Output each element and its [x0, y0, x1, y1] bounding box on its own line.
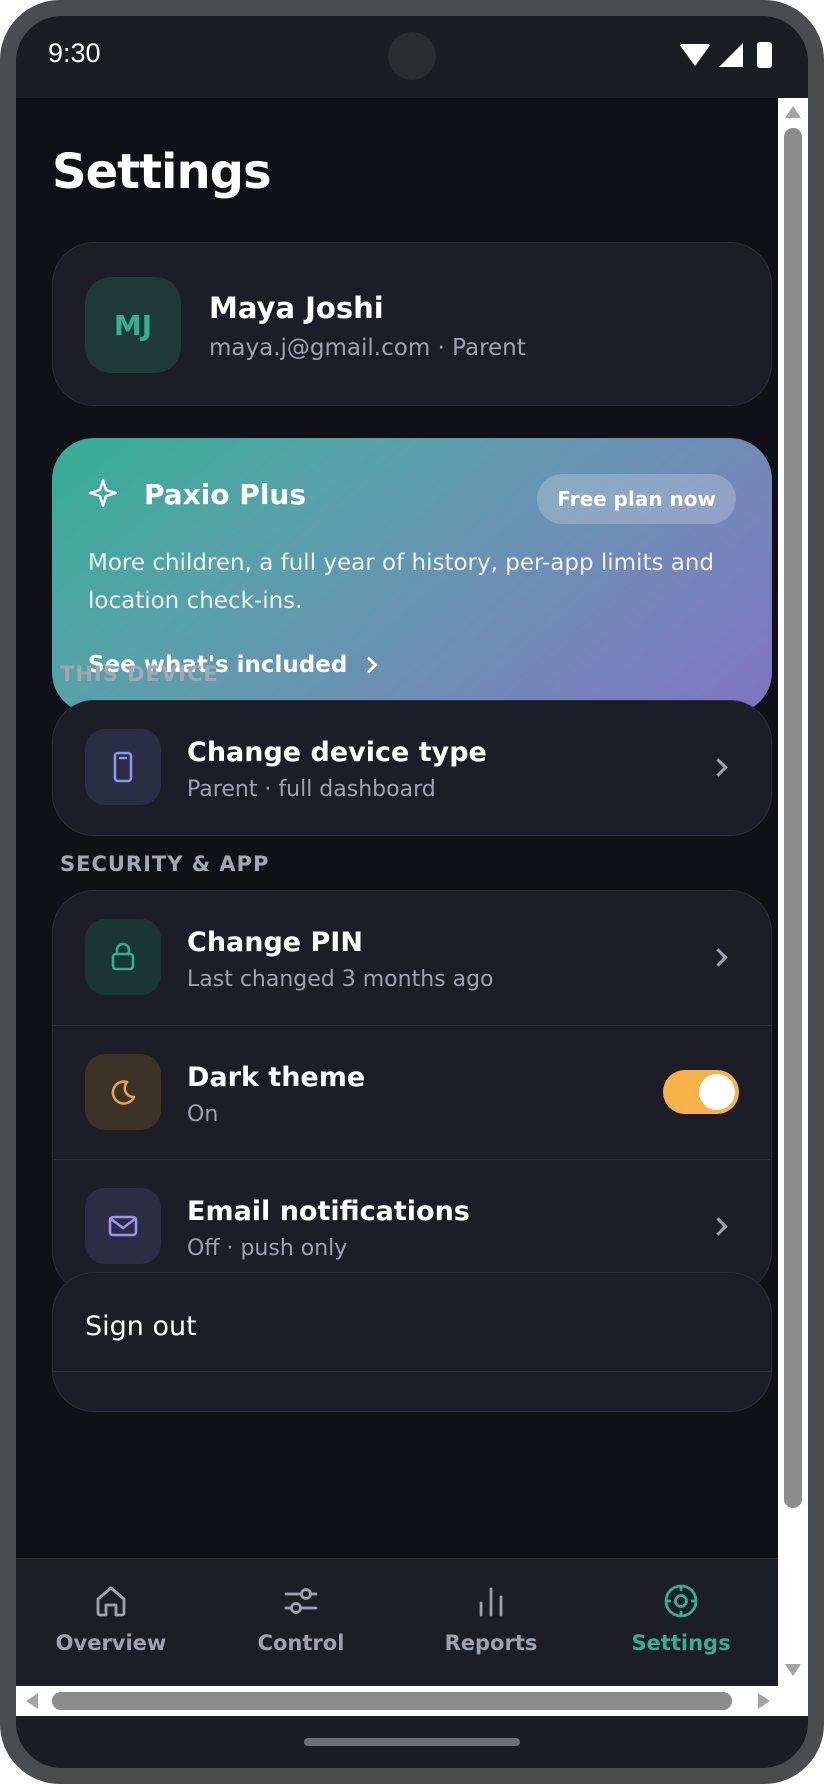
- row-subtitle: Off · push only: [187, 1236, 348, 1261]
- battery-icon: [757, 42, 772, 68]
- scroll-down-arrow-icon[interactable]: [785, 1664, 801, 1676]
- gesture-area: [16, 1716, 808, 1768]
- mail-icon: [85, 1188, 161, 1264]
- horizontal-scroll-thumb[interactable]: [52, 1692, 732, 1710]
- row-title: Dark theme: [187, 1062, 366, 1093]
- plus-title: Paxio Plus: [144, 478, 307, 511]
- phone-frame: 9:30 Settings MJ Maya Joshi maya.j@gmail…: [0, 0, 824, 1784]
- screen: 9:30 Settings MJ Maya Joshi maya.j@gmail…: [16, 16, 808, 1768]
- dark-theme-toggle[interactable]: [663, 1070, 739, 1114]
- signal-icon: [719, 43, 743, 67]
- vertical-scroll-thumb[interactable]: [784, 128, 802, 1508]
- profile-card[interactable]: MJ Maya Joshi maya.j@gmail.com · Parent: [52, 242, 772, 406]
- sign-out-button[interactable]: Sign out: [85, 1311, 197, 1342]
- settings-scroll-area[interactable]: Settings MJ Maya Joshi maya.j@gmail.com …: [16, 98, 778, 1560]
- chevron-right-icon: [709, 758, 728, 777]
- chevron-right-icon: [709, 1217, 728, 1236]
- wifi-icon: [679, 44, 711, 66]
- section-label-security: SECURITY & APP: [60, 852, 270, 876]
- home-indicator[interactable]: [304, 1738, 520, 1746]
- scroll-right-arrow-icon[interactable]: [758, 1693, 770, 1709]
- tab-label: Settings: [631, 1631, 731, 1655]
- tab-label: Reports: [444, 1631, 538, 1655]
- plus-description: More children, a full year of history, p…: [88, 550, 715, 614]
- profile-name: Maya Joshi: [209, 291, 384, 325]
- bar-chart-icon: [479, 1587, 503, 1617]
- toggle-knob: [699, 1074, 735, 1110]
- tab-label: Overview: [55, 1631, 167, 1655]
- moon-icon: [85, 1054, 161, 1130]
- bottom-tab-bar: Overview Control Reports Settings: [16, 1558, 778, 1686]
- divider: [53, 1371, 771, 1372]
- tab-overview[interactable]: Overview: [16, 1559, 206, 1687]
- page-title: Settings: [52, 144, 272, 200]
- tab-label: Control: [257, 1631, 345, 1655]
- settings-icon: [664, 1584, 698, 1618]
- horizontal-scrollbar[interactable]: [16, 1686, 808, 1716]
- status-bar: 9:30: [16, 16, 808, 98]
- tab-control[interactable]: Control: [206, 1559, 396, 1687]
- section-label-device: THIS DEVICE: [60, 662, 219, 686]
- tab-reports[interactable]: Reports: [396, 1559, 586, 1687]
- vertical-scrollbar[interactable]: [778, 98, 808, 1686]
- plan-badge: Free plan now: [537, 474, 736, 524]
- row-change-pin[interactable]: Change PIN Last changed 3 months ago: [53, 891, 771, 1025]
- row-change-device-type[interactable]: Change device type Parent · full dashboa…: [53, 701, 771, 835]
- sliders-icon: [284, 1588, 318, 1614]
- lock-icon: [85, 919, 161, 995]
- row-title: Change device type: [187, 737, 487, 768]
- scroll-left-arrow-icon[interactable]: [26, 1693, 38, 1709]
- chevron-right-icon: [709, 948, 728, 967]
- row-subtitle: Last changed 3 months ago: [187, 967, 494, 992]
- home-icon: [96, 1586, 126, 1617]
- row-subtitle: Parent · full dashboard: [187, 777, 436, 802]
- profile-subtitle: maya.j@gmail.com · Parent: [209, 335, 526, 361]
- sparkle-icon: [88, 478, 118, 508]
- security-card: Change PIN Last changed 3 months ago Dar…: [52, 890, 772, 1294]
- row-title: Change PIN: [187, 927, 363, 958]
- status-icons: [679, 42, 772, 68]
- camera-cutout: [388, 32, 436, 80]
- signout-card: Sign out: [52, 1272, 772, 1412]
- phone-icon: [85, 729, 161, 805]
- status-time: 9:30: [48, 38, 101, 68]
- device-card: Change device type Parent · full dashboa…: [52, 700, 772, 836]
- row-title: Email notifications: [187, 1196, 470, 1227]
- tab-settings[interactable]: Settings: [586, 1559, 776, 1687]
- row-subtitle: On: [187, 1102, 219, 1127]
- avatar: MJ: [85, 277, 181, 373]
- scroll-up-arrow-icon[interactable]: [785, 106, 801, 118]
- row-dark-theme: Dark theme On: [53, 1025, 771, 1159]
- chevron-right-icon: [360, 656, 378, 674]
